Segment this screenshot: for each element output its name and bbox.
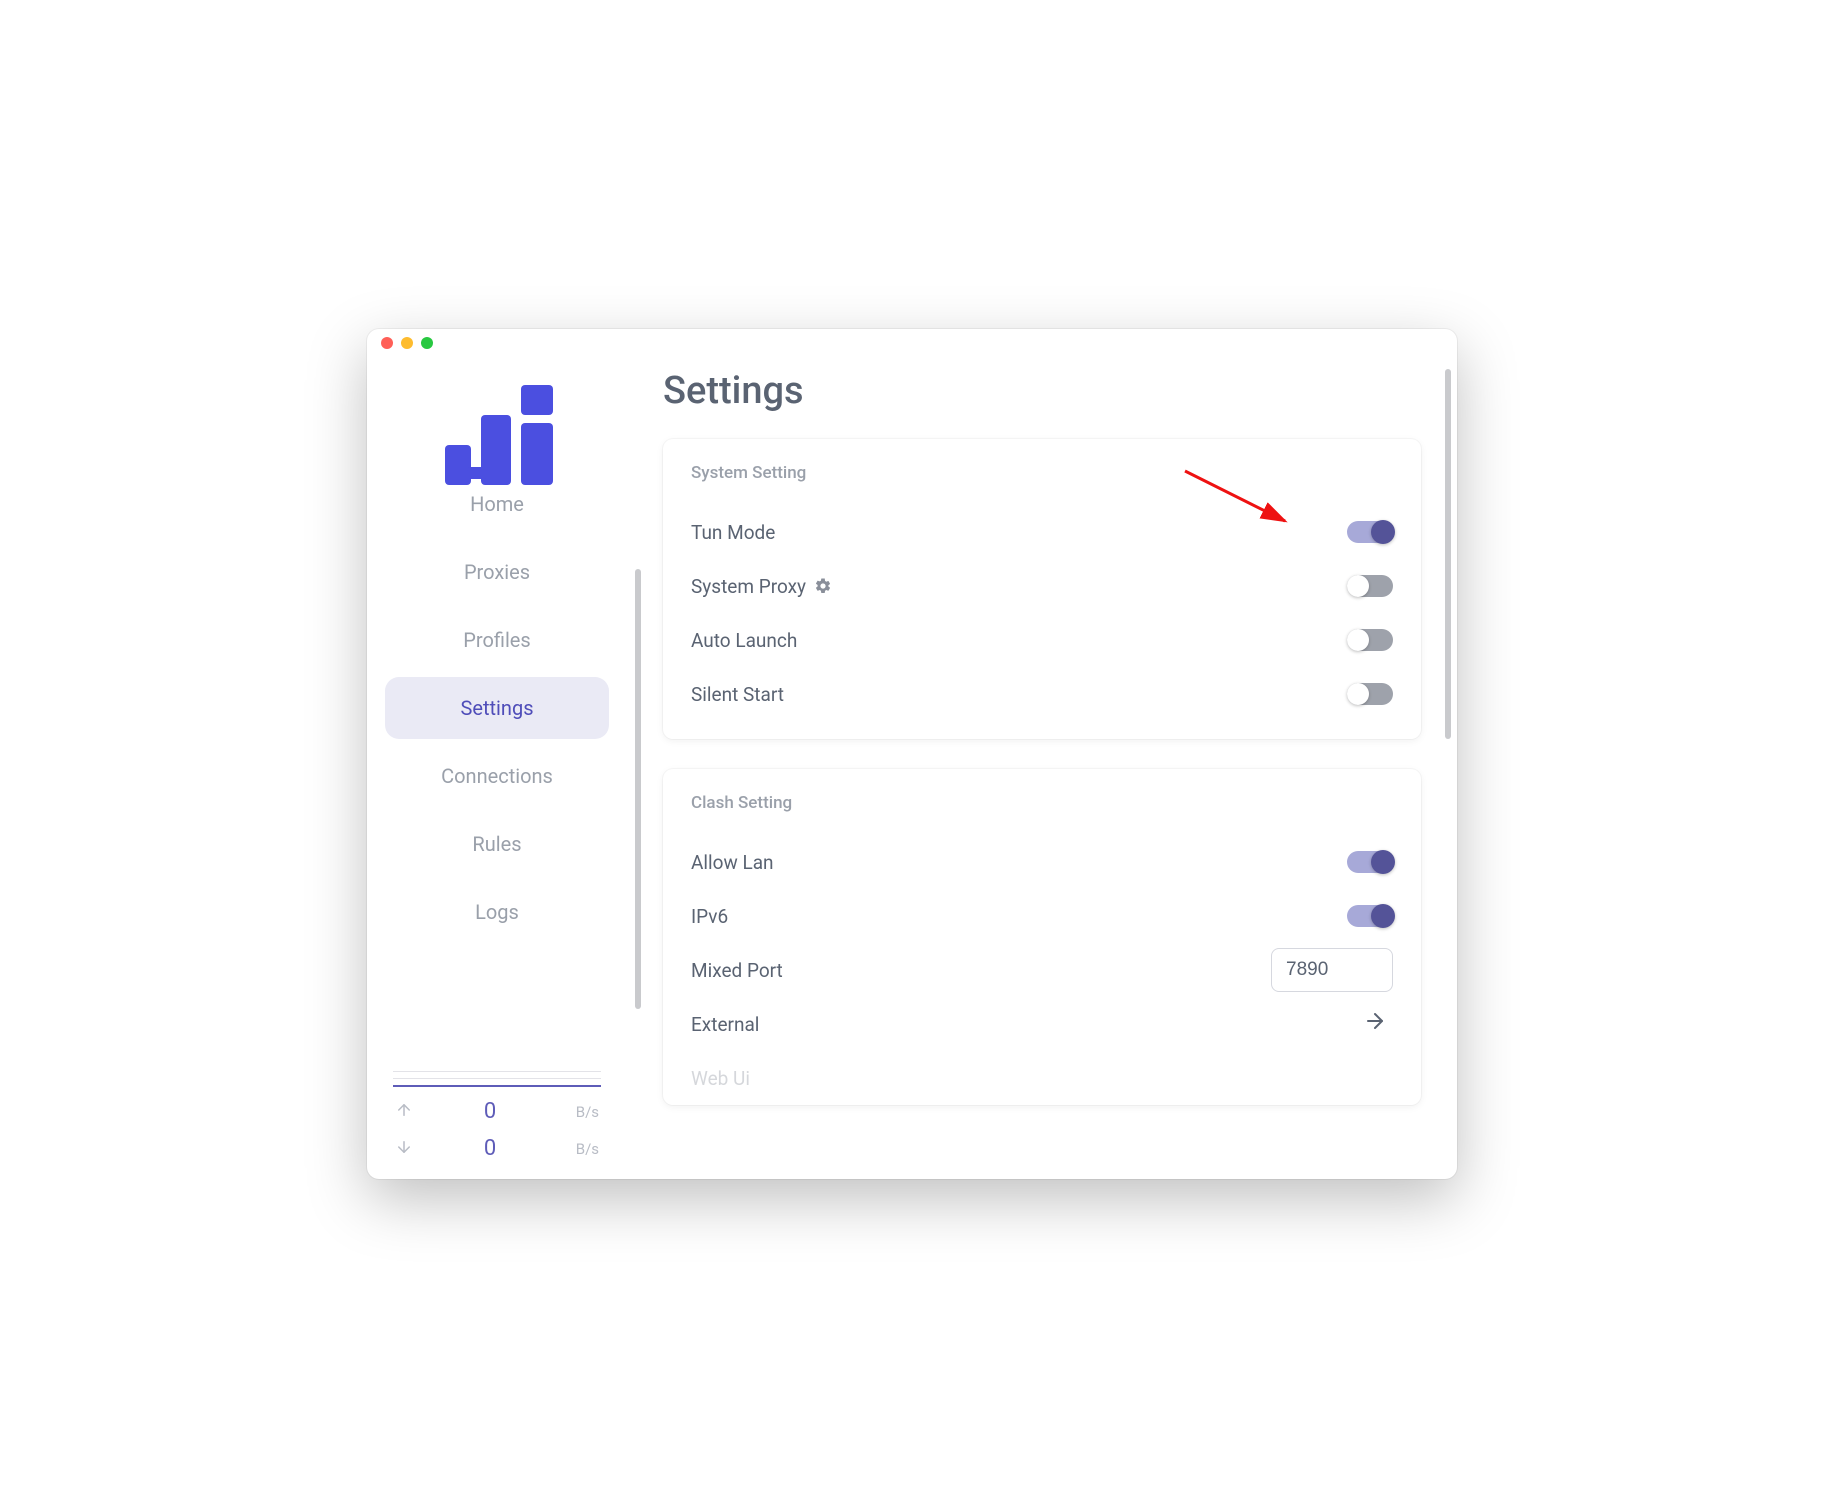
sidebar-nav: Home Proxies Profiles Settings Connectio… — [385, 491, 609, 943]
sidebar-item-settings[interactable]: Settings — [385, 677, 609, 739]
sidebar-item-label: Rules — [472, 832, 521, 856]
divider — [393, 1071, 601, 1072]
tun-mode-toggle[interactable] — [1347, 521, 1393, 543]
clash-setting-card: Clash Setting Allow Lan IPv6 Mixed Port … — [663, 769, 1421, 1105]
download-value: 0 — [421, 1136, 559, 1161]
ipv6-toggle[interactable] — [1347, 905, 1393, 927]
sidebar-item-home[interactable]: Home — [385, 473, 609, 535]
window-zoom-button[interactable] — [421, 337, 433, 349]
allow-lan-toggle[interactable] — [1347, 851, 1393, 873]
sidebar-item-label: Logs — [475, 900, 519, 924]
row-auto-launch: Auto Launch — [691, 613, 1393, 667]
row-allow-lan: Allow Lan — [691, 835, 1393, 889]
window-close-button[interactable] — [381, 337, 393, 349]
sidebar-footer: 0 B/s 0 B/s — [385, 1057, 609, 1179]
row-label: IPv6 — [691, 905, 728, 928]
traffic-upload-row: 0 B/s — [393, 1093, 601, 1130]
card-title: System Setting — [691, 463, 1393, 483]
sidebar-item-rules[interactable]: Rules — [385, 813, 609, 875]
sidebar-item-logs[interactable]: Logs — [385, 881, 609, 943]
upload-unit: B/s — [559, 1103, 599, 1121]
row-label: Auto Launch — [691, 629, 797, 652]
sidebar-item-label: Proxies — [464, 560, 530, 584]
gear-icon[interactable] — [814, 577, 832, 595]
sidebar-item-label: Profiles — [463, 628, 530, 652]
row-label: System Proxy — [691, 575, 832, 598]
row-label: Tun Mode — [691, 521, 775, 544]
row-tun-mode: Tun Mode — [691, 505, 1393, 559]
sidebar-item-label: Connections — [441, 764, 553, 788]
sidebar: Home Proxies Profiles Settings Connectio… — [367, 357, 627, 1179]
titlebar — [367, 329, 1457, 357]
row-mixed-port: Mixed Port — [691, 943, 1393, 997]
row-label: Allow Lan — [691, 851, 774, 874]
traffic-underline — [393, 1085, 601, 1087]
row-system-proxy: System Proxy — [691, 559, 1393, 613]
sidebar-item-proxies[interactable]: Proxies — [385, 541, 609, 603]
traffic-download-row: 0 B/s — [393, 1130, 601, 1167]
arrow-down-icon — [395, 1138, 421, 1160]
sidebar-item-connections[interactable]: Connections — [385, 745, 609, 807]
divider — [393, 1078, 601, 1079]
silent-start-toggle[interactable] — [1347, 683, 1393, 705]
arrow-right-icon[interactable] — [1363, 1009, 1393, 1039]
system-proxy-label: System Proxy — [691, 575, 806, 598]
row-web-ui: Web Ui — [691, 1051, 1393, 1105]
upload-value: 0 — [421, 1099, 559, 1124]
mixed-port-input[interactable] — [1271, 948, 1393, 992]
row-label: Web Ui — [691, 1067, 750, 1090]
card-title: Clash Setting — [691, 793, 1393, 813]
system-proxy-toggle[interactable] — [1347, 575, 1393, 597]
main-content: Settings System Setting Tun Mode System … — [627, 357, 1457, 1179]
sidebar-item-profiles[interactable]: Profiles — [385, 609, 609, 671]
row-label: Mixed Port — [691, 959, 783, 982]
window-minimize-button[interactable] — [401, 337, 413, 349]
download-unit: B/s — [559, 1140, 599, 1158]
row-label: External — [691, 1013, 759, 1036]
sidebar-item-label: Settings — [460, 696, 533, 720]
row-label: Silent Start — [691, 683, 784, 706]
row-external: External — [691, 997, 1393, 1051]
system-setting-card: System Setting Tun Mode System Proxy — [663, 439, 1421, 739]
arrow-up-icon — [395, 1101, 421, 1123]
row-ipv6: IPv6 — [691, 889, 1393, 943]
row-silent-start: Silent Start — [691, 667, 1393, 721]
auto-launch-toggle[interactable] — [1347, 629, 1393, 651]
sidebar-item-label: Home — [470, 492, 524, 516]
main-scrollbar[interactable] — [1445, 369, 1451, 1149]
page-title: Settings — [663, 369, 1421, 413]
app-window: Home Proxies Profiles Settings Connectio… — [367, 329, 1457, 1179]
